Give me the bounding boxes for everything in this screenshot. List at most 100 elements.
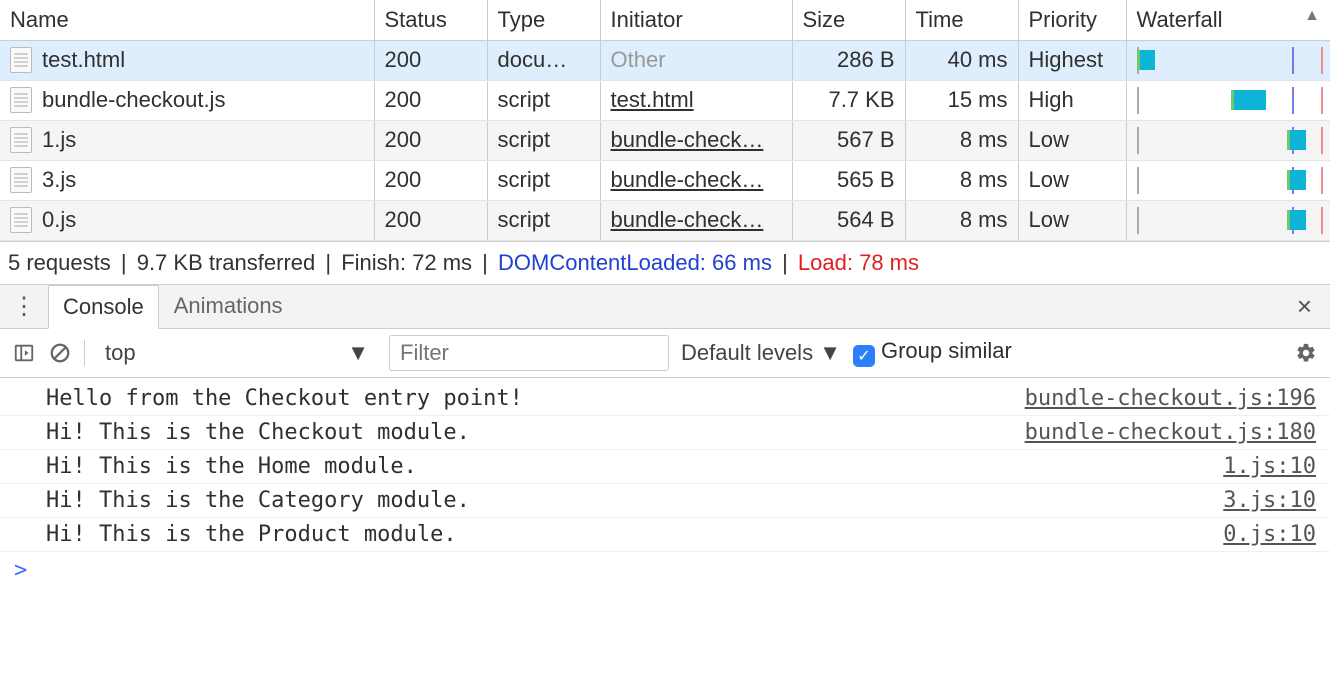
console-message-text: Hi! This is the Checkout module. (46, 420, 470, 445)
request-initiator[interactable]: test.html (611, 87, 694, 112)
request-waterfall (1126, 200, 1330, 240)
file-icon (10, 87, 32, 113)
request-priority: Low (1018, 160, 1126, 200)
request-size: 565 B (792, 160, 905, 200)
request-name: bundle-checkout.js (42, 87, 225, 113)
filter-input[interactable] (389, 335, 669, 371)
file-icon (10, 167, 32, 193)
console-prompt[interactable]: > (0, 552, 1330, 589)
console-message: Hi! This is the Home module. 1.js:10 (0, 450, 1330, 484)
console-message-text: Hello from the Checkout entry point! (46, 386, 523, 411)
console-settings-icon[interactable] (1294, 341, 1318, 365)
request-status: 200 (374, 200, 487, 240)
request-priority: Low (1018, 120, 1126, 160)
summary-transferred: 9.7 KB transferred (137, 250, 316, 275)
log-levels-select[interactable]: Default levels ▼ (681, 340, 841, 366)
dropdown-arrow-icon: ▼ (347, 340, 369, 366)
console-message: Hi! This is the Product module.0.js:10 (0, 518, 1330, 552)
request-size: 286 B (792, 40, 905, 80)
request-initiator[interactable]: bundle-check… (611, 207, 764, 232)
request-type: docu… (487, 40, 600, 80)
request-initiator[interactable]: bundle-check… (611, 127, 764, 152)
request-time: 40 ms (905, 40, 1018, 80)
dropdown-arrow-icon: ▼ (819, 340, 841, 365)
summary-dcl: DOMContentLoaded: 66 ms (498, 250, 772, 275)
console-message-source[interactable]: 1.js:10 (1223, 454, 1316, 479)
network-row[interactable]: bundle-checkout.js 200script test.html 7.7 … (0, 80, 1330, 120)
waterfall-bar (1287, 130, 1306, 150)
console-message: Hello from the Checkout entry point! bund… (0, 382, 1330, 416)
console-message-source[interactable]: 0.js:10 (1223, 522, 1316, 547)
col-header-status[interactable]: Status (374, 0, 487, 40)
request-waterfall (1126, 120, 1330, 160)
drawer-close-button[interactable]: × (1279, 291, 1330, 322)
request-priority: Low (1018, 200, 1126, 240)
request-type: script (487, 160, 600, 200)
summary-load: Load: 78 ms (798, 250, 919, 275)
request-size: 567 B (792, 120, 905, 160)
network-row[interactable]: test.html200docu…Other286 B40 msHighest (0, 40, 1330, 80)
request-priority: Highest (1018, 40, 1126, 80)
context-select-value: top (105, 340, 136, 366)
network-table: Name Status Type Initiator Size Time Pri… (0, 0, 1330, 241)
col-header-waterfall-label: Waterfall (1137, 7, 1223, 32)
toggle-sidebar-icon[interactable] (12, 341, 36, 365)
col-header-size[interactable]: Size (792, 0, 905, 40)
console-message-source[interactable]: 3.js:10 (1223, 488, 1316, 513)
waterfall-bar (1137, 50, 1156, 70)
summary-finish: Finish: 72 ms (341, 250, 472, 275)
console-message-text: Hi! This is the Home module. (46, 454, 417, 479)
col-header-name[interactable]: Name (0, 0, 374, 40)
group-similar-label: Group similar (881, 338, 1012, 363)
network-summary: 5 requests | 9.7 KB transferred | Finish… (0, 241, 1330, 285)
request-time: 8 ms (905, 160, 1018, 200)
tab-animations[interactable]: Animations (159, 284, 298, 328)
request-name: 0.js (42, 207, 76, 233)
checkbox-checked-icon: ✓ (853, 345, 875, 367)
network-header-row: Name Status Type Initiator Size Time Pri… (0, 0, 1330, 40)
request-time: 8 ms (905, 200, 1018, 240)
waterfall-bar (1231, 90, 1266, 110)
col-header-waterfall[interactable]: Waterfall ▲ (1126, 0, 1330, 40)
request-status: 200 (374, 80, 487, 120)
request-name: 1.js (42, 127, 76, 153)
request-size: 7.7 KB (792, 80, 905, 120)
network-row[interactable]: 0.js200scriptbundle-check…564 B8 msLow (0, 200, 1330, 240)
log-levels-label: Default levels (681, 340, 813, 365)
request-priority: High (1018, 80, 1126, 120)
request-name: 3.js (42, 167, 76, 193)
request-status: 200 (374, 120, 487, 160)
file-icon (10, 127, 32, 153)
group-similar-checkbox[interactable]: ✓ Group similar (853, 338, 1012, 367)
request-type: script (487, 200, 600, 240)
tab-console[interactable]: Console (48, 285, 159, 329)
request-status: 200 (374, 40, 487, 80)
waterfall-bar (1287, 210, 1306, 230)
col-header-type[interactable]: Type (487, 0, 600, 40)
request-waterfall (1126, 40, 1330, 80)
drawer-header: ⋮ Console Animations × (0, 285, 1330, 329)
network-row[interactable]: 1.js200scriptbundle-check…567 B8 msLow (0, 120, 1330, 160)
network-row[interactable]: 3.js200scriptbundle-check…565 B8 msLow (0, 160, 1330, 200)
col-header-initiator[interactable]: Initiator (600, 0, 792, 40)
file-icon (10, 207, 32, 233)
request-type: script (487, 120, 600, 160)
request-name: test.html (42, 47, 125, 73)
context-select[interactable]: top ▼ (97, 336, 377, 370)
request-time: 15 ms (905, 80, 1018, 120)
console-message: Hi! This is the Checkout module. bundle-c… (0, 416, 1330, 450)
toolbar-divider (84, 340, 85, 366)
console-message-source[interactable]: bundle-checkout.js:196 (1025, 386, 1316, 411)
waterfall-bar (1287, 170, 1306, 190)
drawer-kebab-icon[interactable]: ⋮ (0, 292, 48, 321)
request-type: script (487, 80, 600, 120)
console-message-source[interactable]: bundle-checkout.js:180 (1025, 420, 1316, 445)
console-message: Hi! This is the Category module.3.js:10 (0, 484, 1330, 518)
col-header-time[interactable]: Time (905, 0, 1018, 40)
console-body: Hello from the Checkout entry point! bund… (0, 378, 1330, 552)
col-header-priority[interactable]: Priority (1018, 0, 1126, 40)
request-initiator[interactable]: bundle-check… (611, 167, 764, 192)
file-icon (10, 47, 32, 73)
clear-console-icon[interactable] (48, 341, 72, 365)
request-waterfall (1126, 160, 1330, 200)
